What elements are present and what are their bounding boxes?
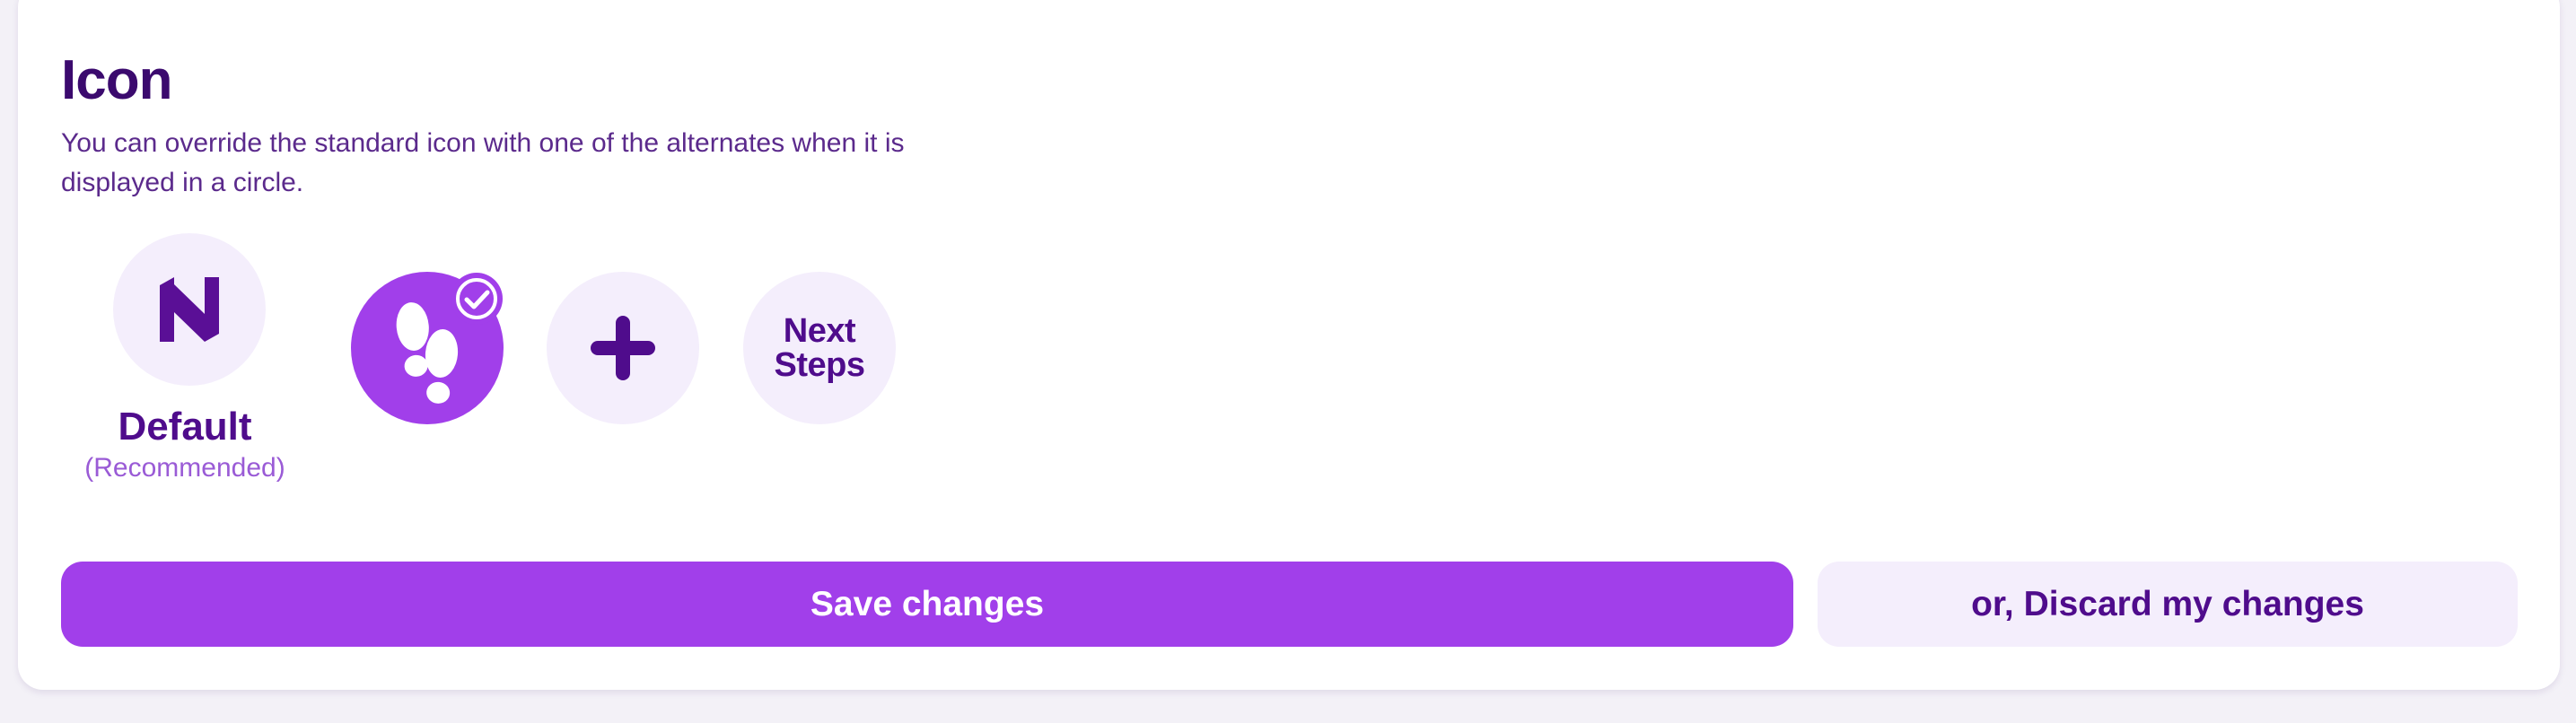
section-title: Icon xyxy=(61,49,172,111)
section-description: You can override the standard icon with … xyxy=(61,128,905,197)
icon-option-plus[interactable] xyxy=(547,272,699,424)
discard-changes-button[interactable]: or, Discard my changes xyxy=(1818,562,2518,647)
default-option-label: Default xyxy=(118,405,252,449)
next-steps-text: Next Steps xyxy=(774,312,865,384)
icon-option-next-steps[interactable]: Next Steps xyxy=(743,272,896,424)
icon-option-default[interactable] xyxy=(113,233,266,386)
save-changes-button[interactable]: Save changes xyxy=(61,562,1793,647)
plus-icon xyxy=(591,316,655,380)
default-option-sublabel: (Recommended) xyxy=(84,453,285,483)
brand-logo-icon xyxy=(160,277,219,342)
selected-check-icon xyxy=(451,273,503,325)
